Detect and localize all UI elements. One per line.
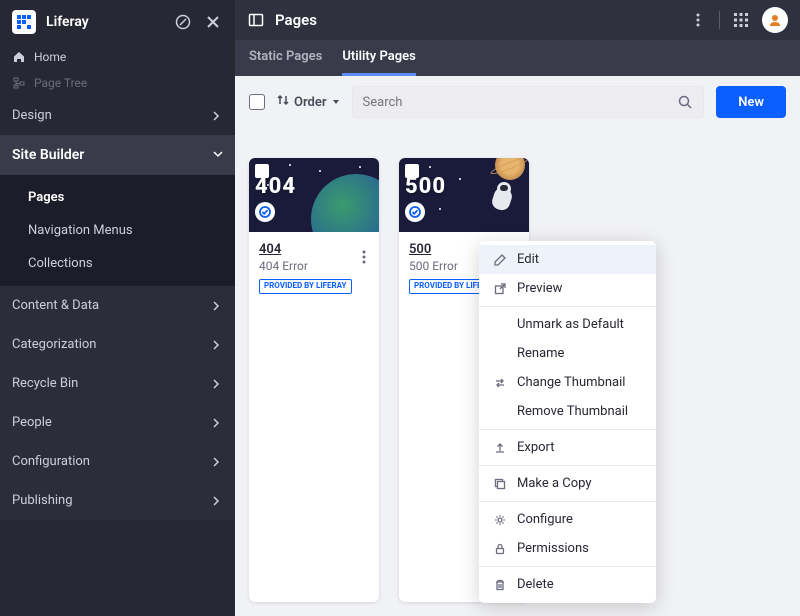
sidebar-design-label: Design xyxy=(12,108,52,123)
menu-delete[interactable]: Delete xyxy=(479,570,656,599)
sidebar-site-builder-sub: Pages Navigation Menus Collections xyxy=(0,175,235,286)
sidebar-item-nav-menus[interactable]: Navigation Menus xyxy=(0,214,235,247)
sidebar-categorization[interactable]: Categorization xyxy=(0,325,235,364)
select-all-checkbox[interactable] xyxy=(249,94,265,110)
menu-change-thumbnail[interactable]: Change Thumbnail xyxy=(479,368,656,397)
trash-icon xyxy=(493,578,507,592)
menu-separator xyxy=(479,429,656,430)
menu-preview[interactable]: Preview xyxy=(479,274,656,303)
swap-icon xyxy=(493,376,507,390)
top-bar: Pages xyxy=(235,0,800,40)
card-subtitle: 404 Error xyxy=(259,259,369,273)
tree-icon xyxy=(12,76,26,90)
compass-icon[interactable] xyxy=(173,12,193,32)
card-menu-button[interactable] xyxy=(354,244,374,270)
close-icon[interactable] xyxy=(203,12,223,32)
sort-icon xyxy=(277,94,289,110)
menu-separator xyxy=(479,465,656,466)
card-checkbox[interactable] xyxy=(255,164,269,178)
sidebar-people[interactable]: People xyxy=(0,403,235,442)
menu-permissions[interactable]: Permissions xyxy=(479,534,656,563)
kebab-icon[interactable] xyxy=(687,9,709,31)
order-label: Order xyxy=(294,95,327,110)
sidebar-configuration[interactable]: Configuration xyxy=(0,442,235,481)
sidebar-publishing[interactable]: Publishing xyxy=(0,481,235,520)
brand-logo xyxy=(12,10,36,34)
chevron-right-icon xyxy=(209,455,223,469)
sidebar-item-pages[interactable]: Pages xyxy=(0,181,235,214)
copy-icon xyxy=(493,477,507,491)
menu-rename[interactable]: Rename xyxy=(479,339,656,368)
sidebar-page-tree-label: Page Tree xyxy=(34,76,87,90)
card-404[interactable]: 404 404 404 Error PROVIDED BY LIFERAY xyxy=(249,158,379,602)
card-title[interactable]: 404 xyxy=(259,242,369,257)
search-icon[interactable] xyxy=(677,94,693,110)
card-body: 404 404 Error PROVIDED BY LIFERAY xyxy=(249,232,379,304)
tab-static-pages[interactable]: Static Pages xyxy=(249,40,322,76)
chevron-right-icon xyxy=(209,109,223,123)
card-thumbnail: 404 xyxy=(249,158,379,232)
main: Pages Static Pages Utility Pages Order N… xyxy=(235,0,800,616)
apps-grid-icon[interactable] xyxy=(730,9,752,31)
sidebar-page-tree[interactable]: Page Tree xyxy=(0,70,235,96)
sidebar-recycle-bin[interactable]: Recycle Bin xyxy=(0,364,235,403)
menu-make-copy[interactable]: Make a Copy xyxy=(479,469,656,498)
menu-separator xyxy=(479,306,656,307)
tabs: Static Pages Utility Pages xyxy=(235,40,800,76)
sidebar-home[interactable]: Home xyxy=(0,44,235,70)
brand-name: Liferay xyxy=(46,14,163,30)
sidebar-item-collections[interactable]: Collections xyxy=(0,247,235,280)
sidebar-design[interactable]: Design xyxy=(0,96,235,135)
content: 404 404 404 Error PROVIDED BY LIFERAY 50… xyxy=(235,128,800,616)
external-link-icon xyxy=(493,282,507,296)
separator xyxy=(719,11,720,29)
sidebar-site-builder[interactable]: Site Builder xyxy=(0,135,235,175)
tab-utility-pages[interactable]: Utility Pages xyxy=(342,40,415,76)
order-button[interactable]: Order xyxy=(277,94,340,110)
menu-configure[interactable]: Configure xyxy=(479,505,656,534)
menu-export[interactable]: Export xyxy=(479,433,656,462)
menu-unmark-default[interactable]: Unmark as Default xyxy=(479,310,656,339)
sidebar-header: Liferay xyxy=(0,0,235,44)
toolbar: Order New xyxy=(235,76,800,128)
lock-icon xyxy=(493,542,507,556)
gear-icon xyxy=(493,513,507,527)
sidebar-content-data[interactable]: Content & Data xyxy=(0,286,235,325)
card-checkbox[interactable] xyxy=(405,164,419,178)
chevron-right-icon xyxy=(209,338,223,352)
default-badge-icon xyxy=(405,202,425,222)
upload-icon xyxy=(493,441,507,455)
avatar[interactable] xyxy=(762,7,788,33)
sidebar-site-builder-label: Site Builder xyxy=(12,147,84,163)
home-icon xyxy=(12,50,26,64)
card-provider-badge: PROVIDED BY LIFERAY xyxy=(259,279,352,294)
pencil-icon xyxy=(493,253,507,267)
menu-separator xyxy=(479,501,656,502)
chevron-right-icon xyxy=(209,377,223,391)
chevron-right-icon xyxy=(209,494,223,508)
page-title: Pages xyxy=(275,11,677,29)
search-input-wrap xyxy=(352,86,705,118)
chevron-down-icon xyxy=(213,147,223,163)
default-badge-icon xyxy=(255,202,275,222)
panel-icon[interactable] xyxy=(247,11,265,29)
sidebar-home-label: Home xyxy=(34,50,66,64)
chevron-right-icon xyxy=(209,299,223,313)
search-input[interactable] xyxy=(363,95,678,110)
menu-edit[interactable]: Edit xyxy=(479,245,656,274)
context-menu: Edit Preview Unmark as Default Rename Ch… xyxy=(479,241,656,603)
caret-down-icon xyxy=(332,95,340,110)
sidebar: Liferay Home Page Tree Design Site Build… xyxy=(0,0,235,616)
new-button[interactable]: New xyxy=(716,86,786,118)
menu-remove-thumbnail[interactable]: Remove Thumbnail xyxy=(479,397,656,426)
menu-separator xyxy=(479,566,656,567)
chevron-right-icon xyxy=(209,416,223,430)
card-thumbnail: 500 xyxy=(399,158,529,232)
